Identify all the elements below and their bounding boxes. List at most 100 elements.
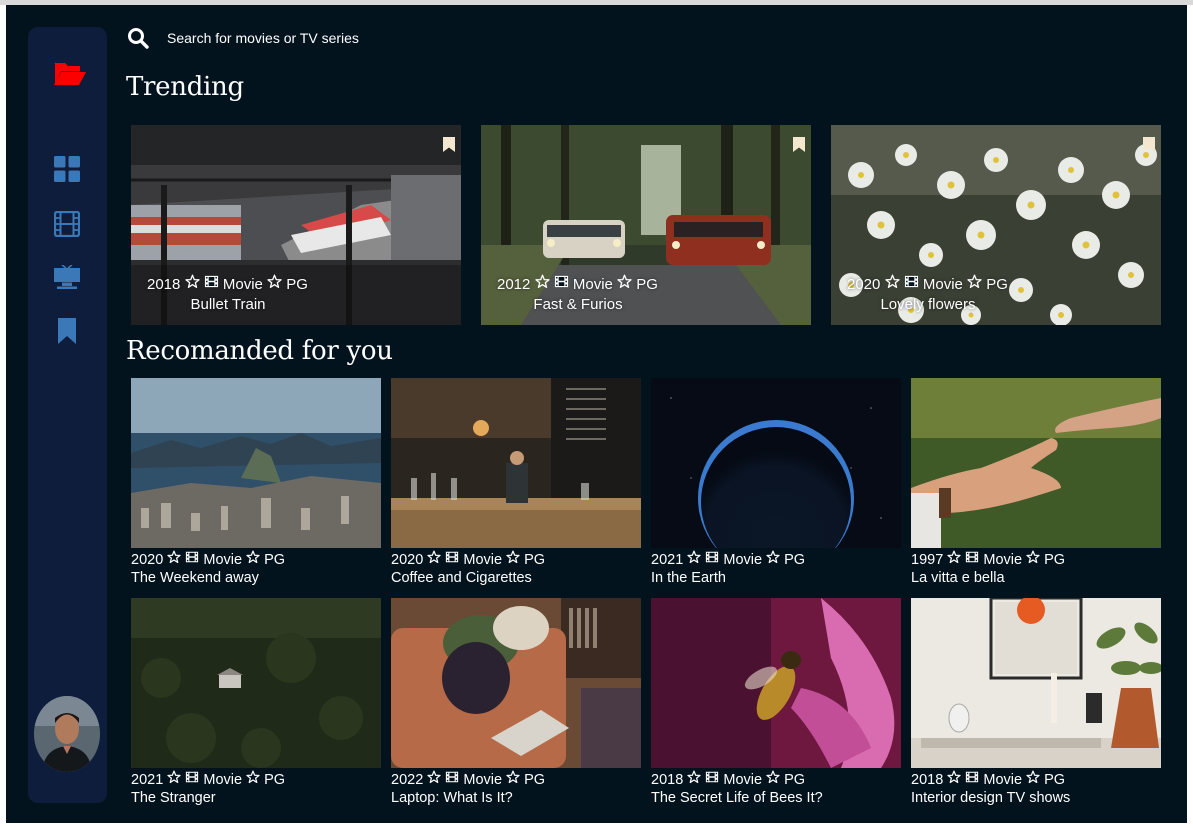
card-category: Movie (463, 552, 503, 568)
card-year: 1997 (911, 552, 944, 568)
card-year: 2018 (147, 276, 181, 293)
card-rating: PG (524, 552, 546, 568)
card-meta: 2020 Movie PG (391, 550, 545, 568)
film-icon[interactable] (54, 211, 80, 237)
bookmark-icon[interactable] (443, 137, 455, 152)
tv-icon[interactable] (54, 265, 80, 291)
card-category: Movie (222, 276, 263, 293)
card-meta: 2018 Movie PG (911, 770, 1065, 788)
search-input[interactable] (167, 27, 667, 49)
recommended-card[interactable]: 2018 Movie PG The Secret Life of Bees It… (651, 598, 901, 810)
star-icon (267, 274, 282, 289)
card-title: Laptop: What Is It? (391, 790, 513, 806)
film-icon (965, 770, 979, 784)
card-category: Movie (922, 276, 963, 293)
card-title: La vitta e bella (911, 570, 1005, 586)
bookmark-icon[interactable] (54, 318, 80, 344)
star-icon (185, 274, 200, 289)
flowers-image (831, 125, 1161, 325)
card-year: 2012 (497, 276, 531, 293)
star-icon (687, 770, 701, 784)
card-rating: PG (986, 276, 1008, 293)
bookmark-icon[interactable] (1143, 137, 1155, 152)
recommended-card[interactable]: 2021 Movie PG In the Earth (651, 378, 901, 590)
recommended-heading: Recomanded for you (126, 336, 393, 366)
film-icon (965, 550, 979, 564)
film-icon (445, 550, 459, 564)
card-category: Movie (723, 552, 763, 568)
card-year: 2020 (131, 552, 164, 568)
card-year: 2021 (651, 552, 684, 568)
card-rating: PG (784, 772, 806, 788)
star-icon (506, 550, 520, 564)
card-rating: PG (286, 276, 308, 293)
star-icon (506, 770, 520, 784)
card-title: Lovely flowers (880, 296, 976, 313)
recommended-card[interactable]: 2020 Movie PG Coffee and Cigarettes (391, 378, 641, 590)
card-category: Movie (983, 552, 1023, 568)
trending-heading: Trending (126, 72, 244, 102)
card-rating: PG (784, 552, 806, 568)
recommended-card[interactable]: 2020 Movie PG The Weekend away (131, 378, 381, 590)
card-rating: PG (264, 772, 286, 788)
card-title: Coffee and Cigarettes (391, 570, 532, 586)
cafe-image (391, 378, 641, 548)
star-icon (167, 770, 181, 784)
sidebar (28, 27, 107, 803)
film-icon (185, 550, 199, 564)
search-icon[interactable] (127, 27, 149, 49)
star-icon (1026, 770, 1040, 784)
card-rating: PG (1044, 552, 1066, 568)
grid-icon[interactable] (54, 156, 80, 182)
film-icon (445, 770, 459, 784)
card-year: 2018 (911, 772, 944, 788)
card-title: The Stranger (131, 790, 216, 806)
card-category: Movie (723, 772, 763, 788)
recommended-card[interactable]: 2022 Movie PG Laptop: What Is It? (391, 598, 641, 810)
hands-image (911, 378, 1161, 548)
card-category: Movie (463, 772, 503, 788)
star-icon (766, 770, 780, 784)
card-meta: 2012 Movie PG (497, 274, 658, 293)
film-icon (554, 274, 569, 289)
bee-flower-image (651, 598, 901, 768)
app-window: Trending 2018 Movie (6, 5, 1187, 823)
laptop-sofa-image (391, 598, 641, 768)
star-icon (947, 770, 961, 784)
card-meta: 2022 Movie PG (391, 770, 545, 788)
card-year: 2021 (131, 772, 164, 788)
trending-card[interactable]: 2012 Movie PG Fast & Furios (481, 125, 811, 325)
star-icon (947, 550, 961, 564)
film-icon (705, 770, 719, 784)
recommended-card[interactable]: 2018 Movie PG Interior design TV shows (911, 598, 1161, 810)
card-title: Fast & Furios (533, 296, 623, 313)
bookmark-icon[interactable] (793, 137, 805, 152)
forest-house-image (131, 598, 381, 768)
recommended-card[interactable]: 1997 Movie PG La vitta e bella (911, 378, 1161, 590)
card-rating: PG (1044, 772, 1066, 788)
star-icon (967, 274, 982, 289)
card-category: Movie (203, 552, 243, 568)
trending-card[interactable]: 2020 Movie PG Lovely flowers (831, 125, 1161, 325)
star-icon (535, 274, 550, 289)
star-icon (687, 550, 701, 564)
trending-card[interactable]: 2018 Movie PG Bullet Train (131, 125, 461, 325)
card-rating: PG (264, 552, 286, 568)
card-category: Movie (572, 276, 613, 293)
cars-forest-image (481, 125, 811, 325)
coastal-city-image (131, 378, 381, 548)
train-station-image (131, 125, 461, 325)
recommended-card[interactable]: 2021 Movie PG The Stranger (131, 598, 381, 810)
card-meta: 2020 Movie PG (847, 274, 1008, 293)
star-icon (617, 274, 632, 289)
star-icon (427, 770, 441, 784)
earth-image (651, 378, 901, 548)
folder-open-icon[interactable] (53, 59, 87, 87)
card-title: The Weekend away (131, 570, 259, 586)
film-icon (185, 770, 199, 784)
card-meta: 2021 Movie PG (651, 550, 805, 568)
card-meta: 2020 Movie PG (131, 550, 285, 568)
card-category: Movie (983, 772, 1023, 788)
star-icon (167, 550, 181, 564)
avatar[interactable] (34, 696, 100, 772)
